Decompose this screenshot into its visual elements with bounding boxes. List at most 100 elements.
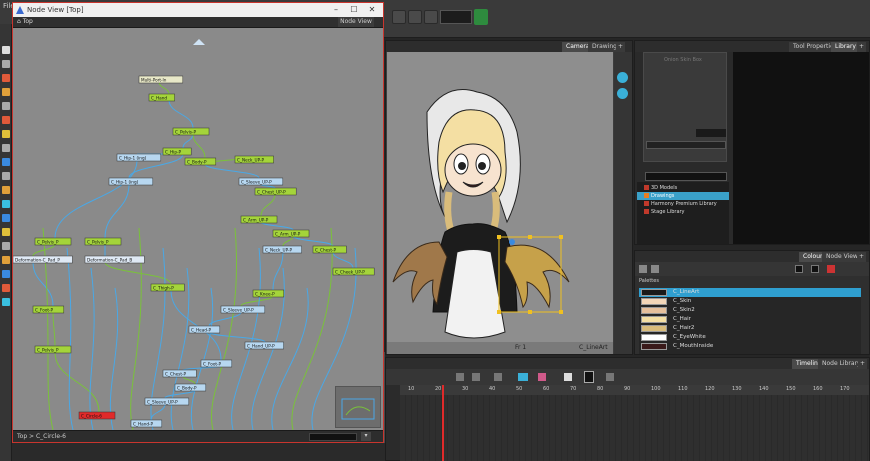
zoom-icon[interactable]	[424, 10, 438, 24]
graph-node[interactable]: C_Arm_UP-P	[240, 215, 278, 224]
select-tool-icon[interactable]	[2, 46, 10, 54]
camera-stage[interactable]: Fr 1 C_LineArt	[387, 52, 613, 354]
tab-node-view[interactable]: Node View	[822, 252, 862, 262]
node-zoom-field[interactable]	[309, 433, 357, 441]
eraser-tool-icon[interactable]	[2, 116, 10, 124]
library-item-drawings[interactable]: Drawings	[637, 192, 729, 200]
graph-node[interactable]: C_Pelvis_P	[34, 345, 72, 354]
add-colour-icon[interactable]	[639, 265, 647, 273]
key-icon[interactable]	[494, 373, 502, 381]
deform-tool-icon[interactable]	[2, 284, 10, 292]
graph-node[interactable]: C_Arm_UP-P	[272, 229, 310, 238]
node-navigator[interactable]	[335, 386, 381, 428]
graph-node[interactable]: C_Foot-P	[200, 359, 233, 368]
graph-node[interactable]: C_Foot-P	[32, 305, 65, 314]
swatch-row[interactable]: C_Hair2	[639, 324, 861, 333]
selected-frame-icon[interactable]	[584, 371, 594, 383]
graph-node[interactable]: C_Hip-1 (ing)	[108, 177, 154, 186]
shape-tool-icon[interactable]	[2, 158, 10, 166]
window-title-bar[interactable]: Node View [Top] – ☐ ✕	[13, 3, 383, 17]
fill-swatch-icon[interactable]	[811, 265, 819, 273]
smooth-tool-icon[interactable]	[2, 186, 10, 194]
swatch-row[interactable]: C_Skin2	[639, 306, 861, 315]
tab-library[interactable]: Library	[831, 42, 860, 52]
swatch-row[interactable]: C_MouthInside	[639, 342, 861, 351]
line-tool-icon[interactable]	[2, 144, 10, 152]
library-item-3d-models[interactable]: 3D Models	[637, 184, 729, 192]
graph-node[interactable]: C_Pelvis-P	[172, 127, 210, 136]
graph-node[interactable]: C_Pelvis_P	[34, 237, 72, 246]
onion-skin-icon[interactable]	[518, 373, 528, 381]
scroll-up-icon[interactable]	[193, 39, 205, 45]
graph-node[interactable]: C_Chest-P	[312, 245, 347, 254]
swatch-row[interactable]: C_EyeWhite	[639, 333, 861, 342]
swatch-row[interactable]: C_Skin	[639, 297, 861, 306]
library-item-stage[interactable]: Stage Library	[637, 208, 729, 216]
transform-tool-icon[interactable]	[2, 256, 10, 264]
camera-icon[interactable]	[617, 88, 628, 99]
tab-node-view[interactable]: Node View	[338, 17, 374, 27]
undo-icon[interactable]	[392, 10, 406, 24]
dropper-tool-icon[interactable]	[2, 200, 10, 208]
chevron-down-icon[interactable]: ▾	[361, 432, 371, 441]
swatch-row[interactable]: C_LineArt	[639, 288, 861, 297]
graph-node[interactable]: Deformation-C_Pad_P	[13, 255, 73, 264]
graph-node[interactable]: C_Cheek_UP-P	[332, 267, 375, 276]
panel-add-icon[interactable]: +	[857, 252, 867, 262]
cutter-tool-icon[interactable]	[2, 172, 10, 180]
panel-add-icon[interactable]: +	[616, 42, 626, 52]
graph-node[interactable]: C_Body-P	[184, 157, 217, 166]
text-tool-icon[interactable]	[2, 102, 10, 110]
motion-icon[interactable]	[538, 373, 546, 381]
zoom-field[interactable]	[440, 10, 472, 24]
library-search-input[interactable]	[645, 172, 727, 181]
breadcrumb[interactable]: ⌂ Top	[17, 18, 33, 25]
frame-ruler[interactable]: 10 20 30 40 50 60 70 80 90 100 110 120 1…	[400, 385, 869, 395]
onion-slider[interactable]	[646, 141, 726, 149]
swatch-row[interactable]: C_Hair	[639, 315, 861, 324]
onion-value-field[interactable]	[696, 129, 726, 137]
playhead[interactable]	[442, 385, 444, 461]
library-content-view[interactable]	[733, 52, 869, 244]
panel-add-icon[interactable]: +	[858, 359, 868, 369]
contour-tool-icon[interactable]	[2, 60, 10, 68]
graph-node[interactable]: C_Chest-P	[162, 369, 197, 378]
maximize-icon[interactable]: ☐	[347, 5, 361, 15]
graph-node[interactable]: C_Neck_UP-P	[234, 155, 274, 164]
graph-node[interactable]: C_Neck_UP-P	[262, 245, 302, 254]
bone-tool-icon[interactable]	[2, 270, 10, 278]
brush-tool-icon[interactable]	[2, 74, 10, 82]
globe-icon[interactable]	[617, 72, 628, 83]
hand-tool-icon[interactable]	[2, 214, 10, 222]
library-item-harmony-premium[interactable]: Harmony Premium Library	[637, 200, 729, 208]
line-swatch-icon[interactable]	[795, 265, 803, 273]
graph-node[interactable]: C_Knee-P	[252, 289, 285, 298]
graph-node[interactable]: C_Hand	[148, 93, 175, 102]
graph-node[interactable]: C_Hip-P	[162, 147, 192, 156]
graph-node[interactable]: C_Chest_UP-P	[254, 187, 297, 196]
rotate-tool-icon[interactable]	[2, 242, 10, 250]
graph-node[interactable]: Deformation-C_Pad_B	[84, 255, 145, 264]
palette-icon[interactable]	[827, 265, 835, 273]
close-icon[interactable]: ✕	[365, 5, 379, 15]
timeline-frames[interactable]	[400, 395, 869, 461]
graph-node[interactable]: C_Circle-6	[78, 411, 116, 420]
graph-node[interactable]: C_Sleeve_UP-P	[238, 177, 284, 186]
graph-node[interactable]: C_Thigh-P	[150, 283, 185, 292]
panel-add-icon[interactable]: +	[857, 42, 867, 52]
pencil-tool-icon[interactable]	[2, 88, 10, 96]
graph-node[interactable]: C_Sleeve_UP-P	[220, 305, 266, 314]
graph-node[interactable]: C_Hand-P	[130, 419, 163, 428]
zoom-tool-icon[interactable]	[2, 228, 10, 236]
morph-tool-icon[interactable]	[2, 298, 10, 306]
tool-preset-icon[interactable]	[474, 9, 488, 25]
graph-node[interactable]: C_Hand_UP-P	[244, 341, 284, 350]
graph-node[interactable]: C_Body-P	[174, 383, 207, 392]
paint-tool-icon[interactable]	[2, 130, 10, 138]
key-icon[interactable]	[472, 373, 480, 381]
redo-icon[interactable]	[408, 10, 422, 24]
frame-icon[interactable]	[564, 373, 572, 381]
remove-colour-icon[interactable]	[651, 265, 659, 273]
frame-icon[interactable]	[606, 373, 614, 381]
minimize-icon[interactable]: –	[329, 5, 343, 15]
